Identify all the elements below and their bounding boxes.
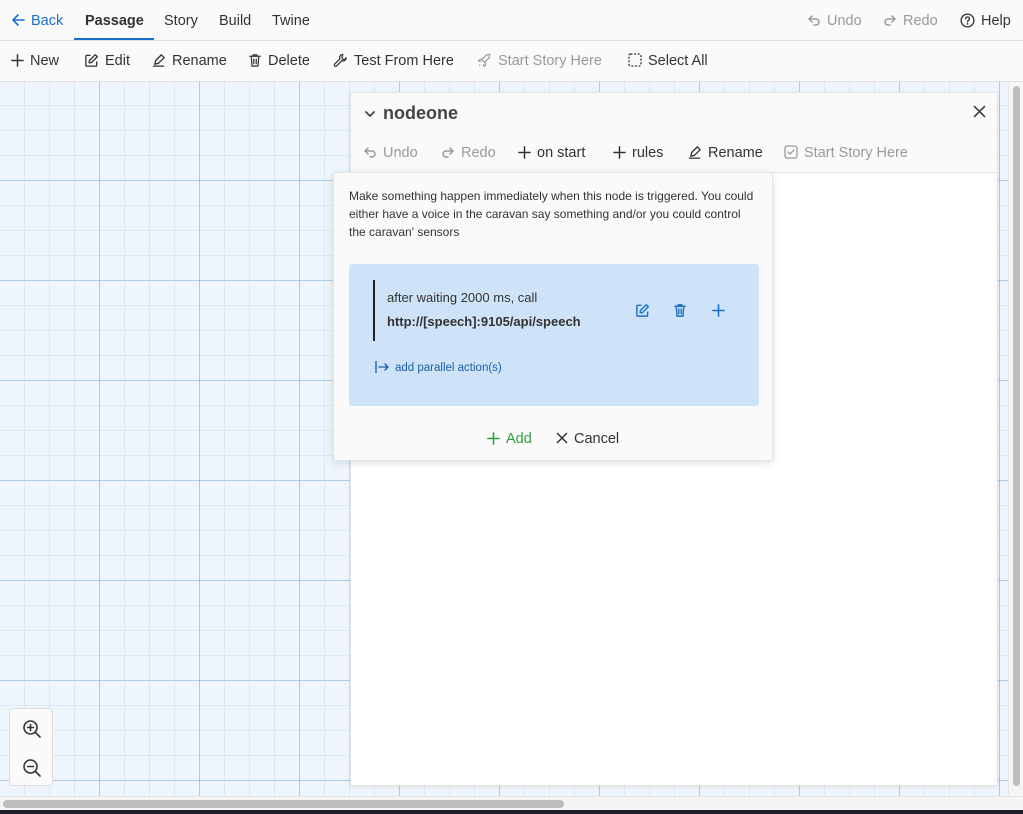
rename-label: Rename [172, 53, 227, 69]
editor-redo-button[interactable]: Redo [441, 133, 496, 173]
tab-story[interactable]: Story [164, 0, 198, 41]
editor-header: nodeone Undo Redo on start rules Rename … [351, 93, 997, 173]
action-summary: after waiting 2000 ms, call [387, 290, 538, 305]
start-story-here-button[interactable]: Start Story Here [477, 41, 602, 81]
plus-icon [11, 53, 24, 67]
chevron-down-icon[interactable] [364, 108, 376, 120]
pencil-square-icon [85, 53, 98, 67]
arrow-left-icon [12, 14, 25, 26]
zoom-controls [9, 708, 53, 786]
rules-label: rules [632, 145, 664, 161]
horizontal-scroll-thumb[interactable] [3, 800, 564, 808]
plus-icon [613, 145, 626, 159]
redo-icon [442, 147, 454, 158]
close-icon[interactable] [973, 105, 986, 118]
cancel-label: Cancel [574, 431, 620, 447]
delete-label: Delete [268, 53, 310, 69]
help-label: Help [981, 13, 1011, 29]
redo-icon [884, 15, 896, 26]
horizontal-scrollbar[interactable] [0, 796, 1023, 810]
plus-icon [711, 303, 725, 317]
add-parallel-label: add parallel action(s) [395, 362, 502, 375]
plus-icon [487, 431, 500, 445]
plus-icon [518, 145, 531, 159]
new-label: New [30, 53, 60, 69]
select-all-label: Select All [648, 53, 708, 69]
editor-undo-label: Undo [383, 145, 418, 161]
rules-button[interactable]: rules [613, 133, 663, 173]
rename-button[interactable]: Rename [151, 41, 227, 81]
passage-toolbar: New Edit Rename Delete Test From Here St… [0, 41, 1023, 82]
editor-rename-button[interactable]: Rename [687, 133, 763, 173]
top-tab-bar: Back Passage Story Build Twine Undo Redo… [0, 0, 1023, 41]
bottom-strip [0, 810, 1023, 814]
tab-build[interactable]: Build [219, 0, 251, 41]
test-from-here-button[interactable]: Test From Here [333, 41, 454, 81]
edit-label: Edit [105, 53, 130, 69]
indent-arrow-icon [375, 361, 389, 373]
editor-start-story-here-label: Start Story Here [804, 145, 908, 161]
rocket-icon [477, 53, 491, 67]
redo-label: Redo [903, 13, 938, 29]
zoom-out-button[interactable] [10, 748, 54, 787]
help-button[interactable]: Help [960, 0, 1011, 41]
editor-rename-label: Rename [708, 145, 763, 161]
active-tab-indicator [74, 38, 154, 40]
action-url: http://[speech]:9105/api/speech [387, 314, 581, 329]
rename-icon [152, 53, 165, 67]
question-circle-icon [960, 13, 975, 28]
delete-button[interactable]: Delete [248, 41, 310, 81]
cancel-button[interactable]: Cancel [556, 431, 619, 447]
vertical-scroll-thumb[interactable] [1013, 86, 1020, 786]
trash-icon [674, 303, 686, 317]
undo-label: Undo [827, 13, 862, 29]
redo-button[interactable]: Redo [883, 0, 938, 41]
start-story-here-label: Start Story Here [498, 53, 602, 69]
add-action-button[interactable] [708, 300, 728, 320]
editor-undo-button[interactable]: Undo [363, 133, 418, 173]
edit-button[interactable]: Edit [84, 41, 130, 81]
add-parallel-action-link[interactable]: add parallel action(s) [375, 361, 502, 375]
new-button[interactable]: New [11, 41, 59, 81]
add-button[interactable]: Add [487, 431, 532, 447]
pencil-square-icon [635, 303, 649, 317]
wrench-icon [333, 53, 347, 67]
zoom-in-icon [23, 719, 41, 738]
editor-toolbar: Undo Redo on start rules Rename Start St… [351, 133, 997, 173]
trash-icon [249, 53, 261, 67]
rename-icon [688, 145, 701, 159]
checkbox-icon [784, 145, 798, 159]
undo-icon [808, 15, 820, 26]
on-start-button[interactable]: on start [518, 133, 585, 173]
select-all-button[interactable]: Select All [628, 41, 708, 81]
vertical-scrollbar[interactable] [1008, 82, 1023, 796]
close-icon [556, 432, 568, 444]
zoom-out-icon [23, 758, 41, 777]
tab-passage[interactable]: Passage [85, 0, 144, 41]
undo-button[interactable]: Undo [807, 0, 862, 41]
test-from-here-label: Test From Here [354, 53, 454, 69]
action-indent-bar [373, 280, 375, 341]
edit-action-button[interactable] [632, 300, 652, 320]
zoom-in-button[interactable] [10, 709, 54, 748]
action-card: after waiting 2000 ms, call http://[spee… [349, 264, 759, 406]
on-start-label: on start [537, 145, 586, 161]
add-label: Add [506, 431, 532, 447]
back-button[interactable]: Back [11, 0, 63, 41]
on-start-popup: Make something happen immediately when t… [333, 172, 773, 461]
undo-icon [364, 147, 376, 158]
dashed-square-icon [628, 53, 642, 67]
editor-redo-label: Redo [461, 145, 496, 161]
editor-start-story-here-button[interactable]: Start Story Here [784, 133, 908, 173]
delete-action-button[interactable] [670, 300, 690, 320]
on-start-description: Make something happen immediately when t… [349, 189, 754, 239]
back-label: Back [31, 13, 64, 29]
editor-title: nodeone [383, 103, 458, 123]
tab-twine[interactable]: Twine [272, 0, 310, 41]
